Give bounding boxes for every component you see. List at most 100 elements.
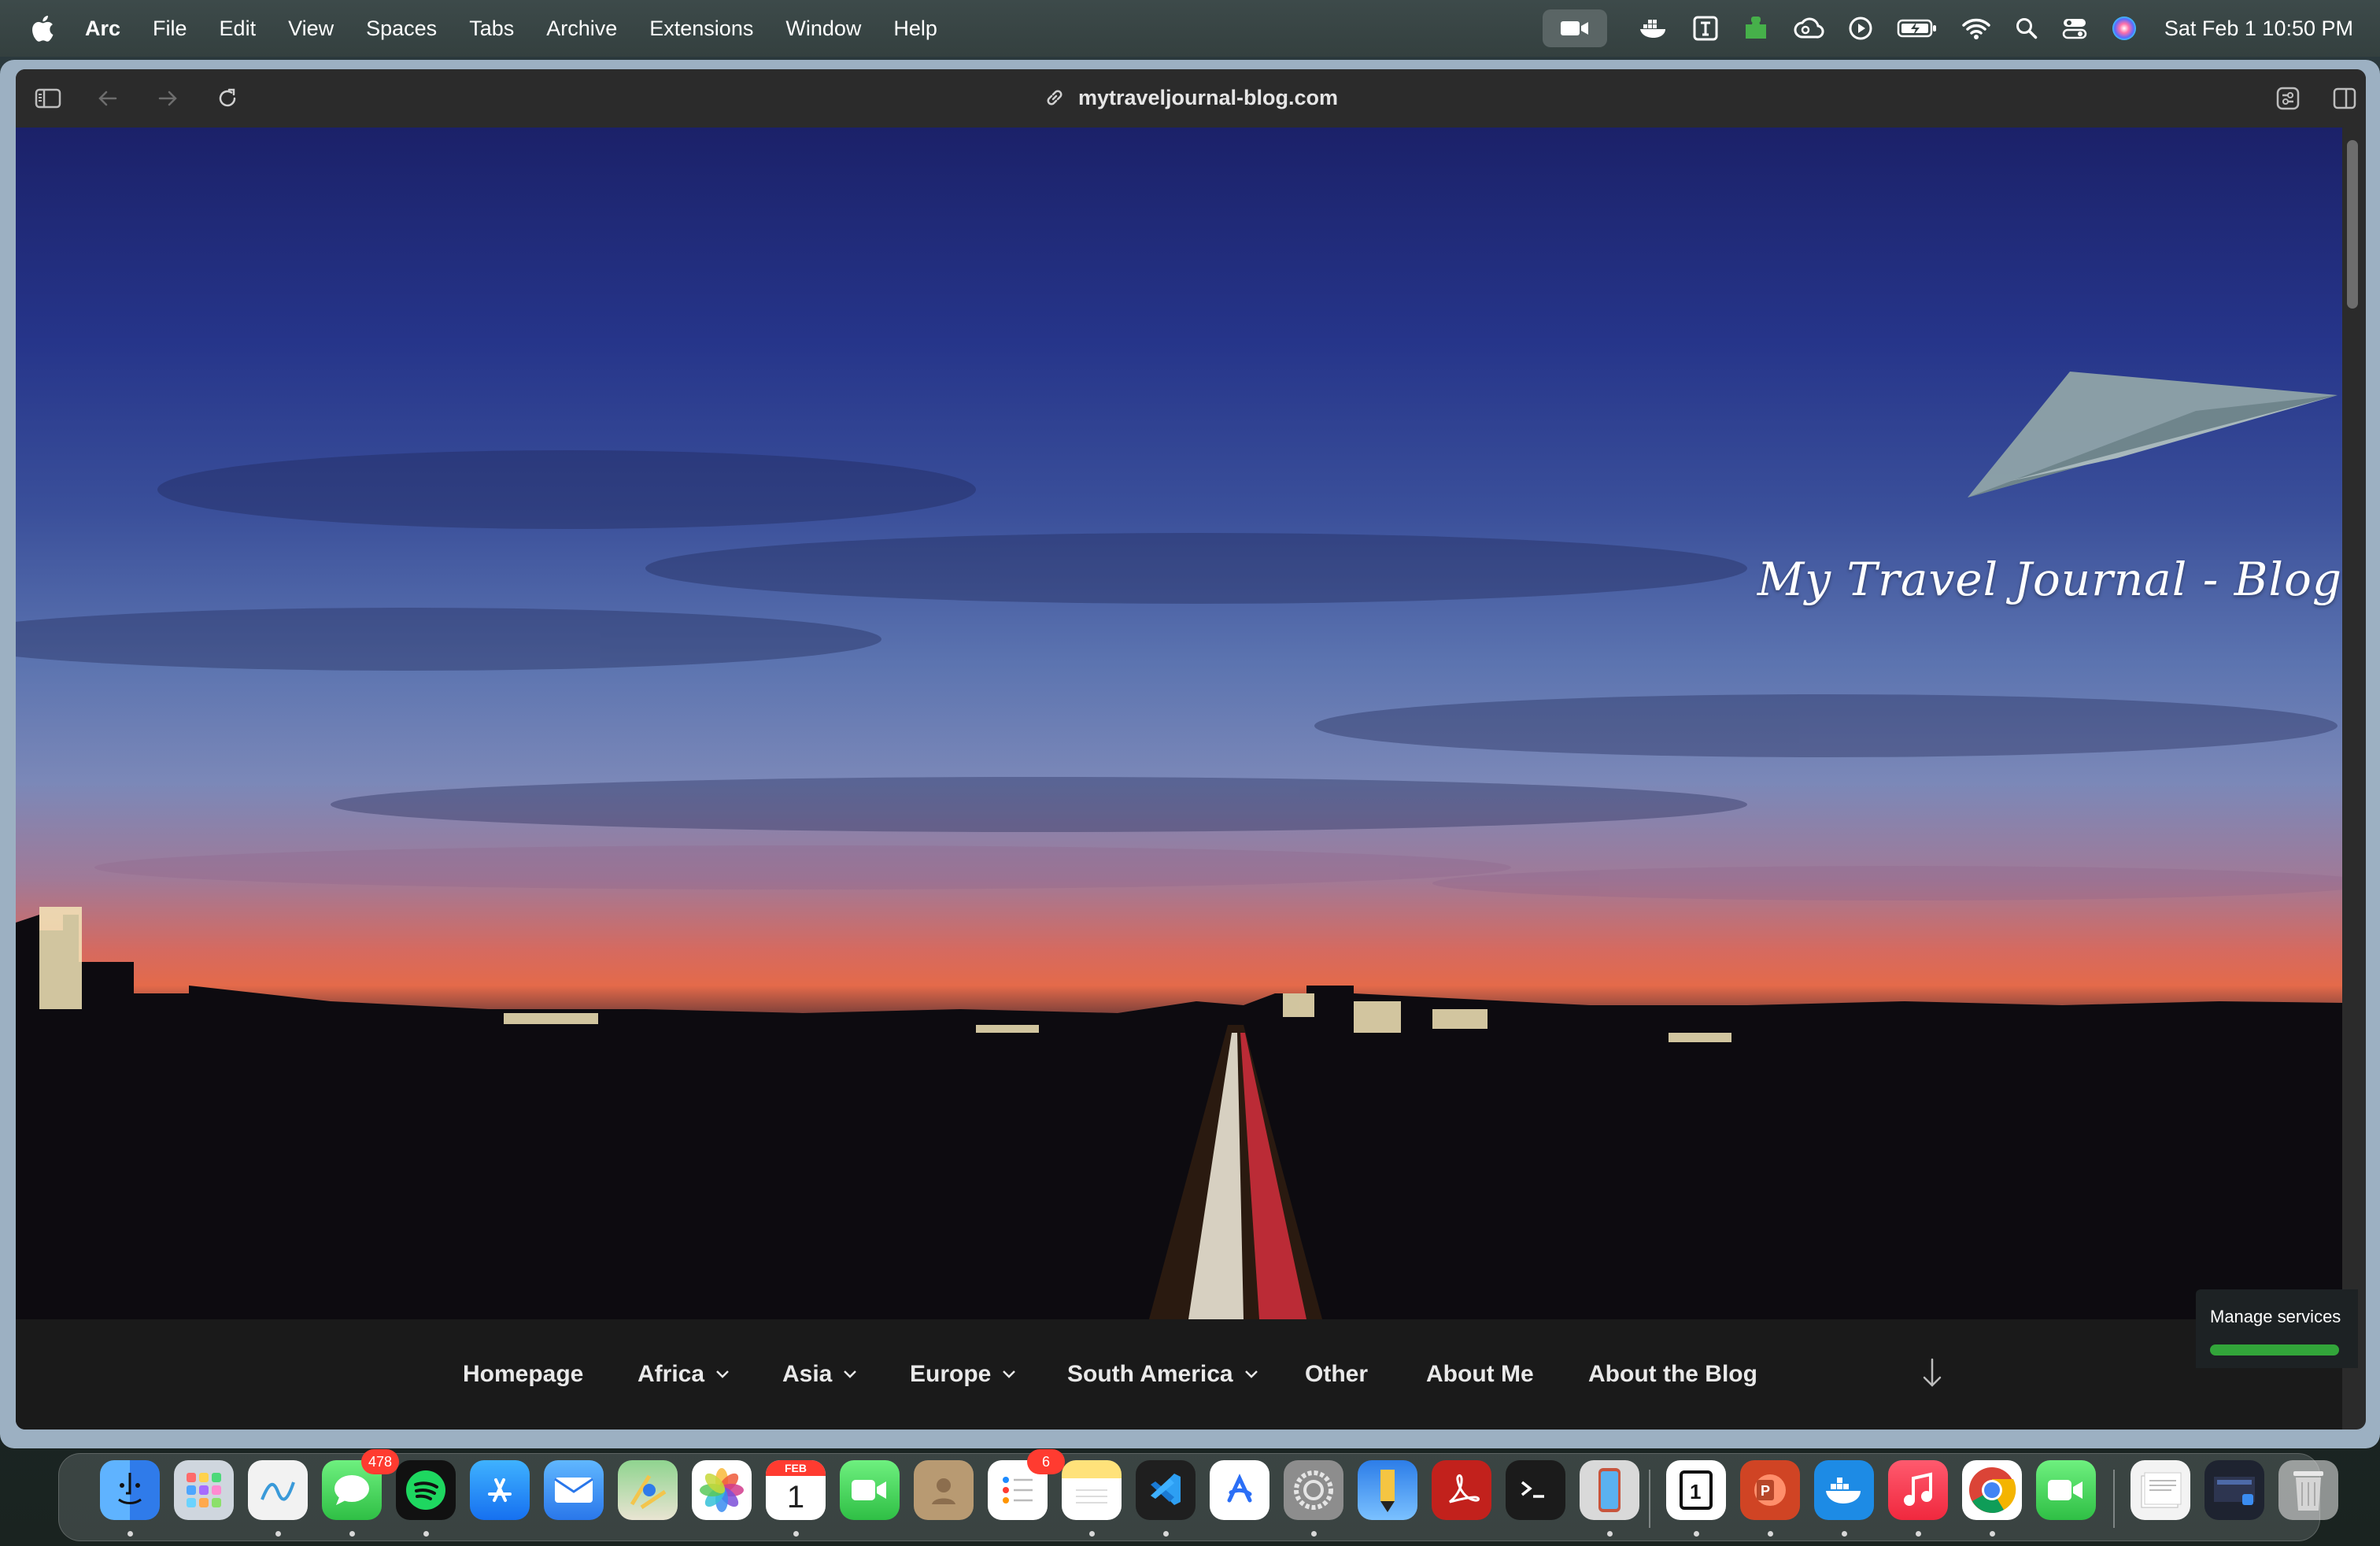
extensions-icon[interactable] [2271,82,2304,115]
running-indicator [349,1531,355,1537]
launchpad-icon[interactable] [174,1460,234,1520]
manage-services-label: Manage services [2210,1307,2341,1326]
battery-charging-icon [1897,0,1938,57]
camera-icon[interactable] [1542,9,1607,47]
siri-icon[interactable] [2111,0,2138,57]
nav-europe-label: Europe [910,1361,992,1387]
arc-icon-glyph [1227,1474,1252,1503]
web-page: My Travel Journal - Blog Homepage Africa… [16,128,2342,1429]
manage-services-widget[interactable]: Manage services [2196,1289,2358,1368]
maps-icon[interactable] [618,1460,678,1520]
play-icon[interactable] [1848,0,1873,57]
running-indicator [1163,1531,1169,1537]
powerpoint-icon-glyph: P [1754,1474,1786,1506]
finder-icon-glyph [118,1473,142,1504]
text-box-icon[interactable] [1692,0,1719,57]
url-bar[interactable]: mytraveljournal-blog.com [16,69,2366,126]
notes-icon[interactable] [1062,1460,1122,1520]
acrobat-icon[interactable] [1432,1460,1491,1520]
url-text[interactable]: mytraveljournal-blog.com [1078,86,1338,110]
chrome-icon[interactable] [1962,1460,2022,1520]
running-indicator [1607,1531,1613,1537]
iphone-mirroring-icon[interactable] [1580,1460,1639,1520]
nav-about-the-blog[interactable]: About the Blog [1588,1349,1757,1400]
screenshot-stack-icon[interactable] [2204,1460,2264,1520]
running-indicator [423,1531,429,1537]
nav-asia[interactable]: Asia [782,1349,857,1400]
pencil-app-icon[interactable] [1358,1460,1417,1520]
menu-file[interactable]: File [153,17,187,41]
nav-about-the-blog-label: About the Blog [1588,1361,1757,1387]
menu-tabs[interactable]: Tabs [469,17,514,41]
nav-europe[interactable]: Europe [910,1349,1016,1400]
menu-view[interactable]: View [288,17,334,41]
apple-logo-icon[interactable] [28,13,55,43]
spotify-icon-glyph [406,1470,445,1510]
calendar-icon[interactable]: FEB 1 [766,1460,826,1520]
music-icon[interactable] [1888,1460,1948,1520]
facetime-icon[interactable] [840,1460,900,1520]
terminal-icon[interactable] [1506,1460,1565,1520]
search-icon[interactable] [2015,0,2038,57]
pencil-app-icon-glyph [1380,1470,1395,1512]
docker-app-icon[interactable] [1814,1460,1874,1520]
app-store-icon[interactable] [470,1460,530,1520]
launchpad-icon-glyph [187,1473,221,1507]
messages-icon-glyph [334,1475,369,1505]
nav-homepage-label: Homepage [463,1361,584,1387]
docker-icon[interactable] [1639,0,1669,57]
arc-icon[interactable] [1210,1460,1269,1520]
notification-badge: 6 [1027,1449,1065,1474]
page-scrollbar[interactable] [2347,140,2358,309]
site-logo-text[interactable]: My Travel Journal - Blog [1757,553,2342,606]
chevron-down-icon [716,1370,729,1378]
nav-africa[interactable]: Africa [638,1349,730,1400]
nav-homepage[interactable]: Homepage [463,1349,583,1400]
menu-window[interactable]: Window [785,17,861,41]
powerpoint-icon[interactable]: P [1740,1460,1800,1520]
system-settings-icon[interactable] [1284,1460,1343,1520]
spotify-icon[interactable] [396,1460,456,1520]
menu-clock[interactable]: Sat Feb 1 10:50 PM [2164,17,2353,41]
vscode-icon-glyph [1151,1474,1181,1505]
site-navigation: Homepage Africa Asia Europe South Americ… [16,1319,2342,1429]
menu-arc[interactable]: Arc [85,17,120,41]
nav-africa-label: Africa [638,1361,705,1387]
menu-spaces[interactable]: Spaces [366,17,437,41]
freeform-icon[interactable] [248,1460,308,1520]
scroll-down-arrow-icon[interactable] [1920,1357,1944,1389]
mail-icon[interactable] [544,1460,604,1520]
dock-separator [2113,1470,2115,1528]
city-skyline-photo [16,450,2342,1319]
vscode-icon[interactable] [1136,1460,1196,1520]
creative-cloud-icon[interactable] [1793,0,1824,57]
finder-icon[interactable] [100,1460,160,1520]
menu-archive[interactable]: Archive [546,17,617,41]
arc-window: mytraveljournal-blog.com My Travel Journ… [0,60,2380,1448]
facetime-2-icon-glyph [2048,1480,2082,1500]
menu-extensions[interactable]: Extensions [649,17,753,41]
photos-icon[interactable] [692,1460,752,1520]
wifi-icon[interactable] [1961,0,1991,57]
menu-help[interactable]: Help [893,17,937,41]
trash-icon-glyph [2293,1471,2323,1511]
split-view-icon[interactable] [2328,82,2361,115]
puzzle-icon[interactable] [1743,0,1769,57]
notification-badge: 478 [361,1449,399,1474]
running-indicator [275,1531,281,1537]
one-password-icon[interactable]: 1 [1666,1460,1726,1520]
running-indicator [128,1531,133,1537]
nav-about-me[interactable]: About Me [1426,1349,1534,1400]
nav-south-america-label: South America [1067,1361,1233,1387]
menu-edit[interactable]: Edit [220,17,257,41]
facetime-2-icon[interactable] [2036,1460,2096,1520]
nav-south-america[interactable]: South America [1067,1349,1258,1400]
trash-icon[interactable] [2278,1460,2338,1520]
freeform-icon-glyph [261,1481,295,1501]
music-icon-glyph [1904,1472,1932,1506]
nav-other[interactable]: Other [1305,1349,1368,1400]
running-indicator [1990,1531,1995,1537]
control-center-icon[interactable] [2062,0,2087,57]
documents-stack-icon[interactable] [2131,1460,2190,1520]
contacts-icon[interactable] [914,1460,974,1520]
